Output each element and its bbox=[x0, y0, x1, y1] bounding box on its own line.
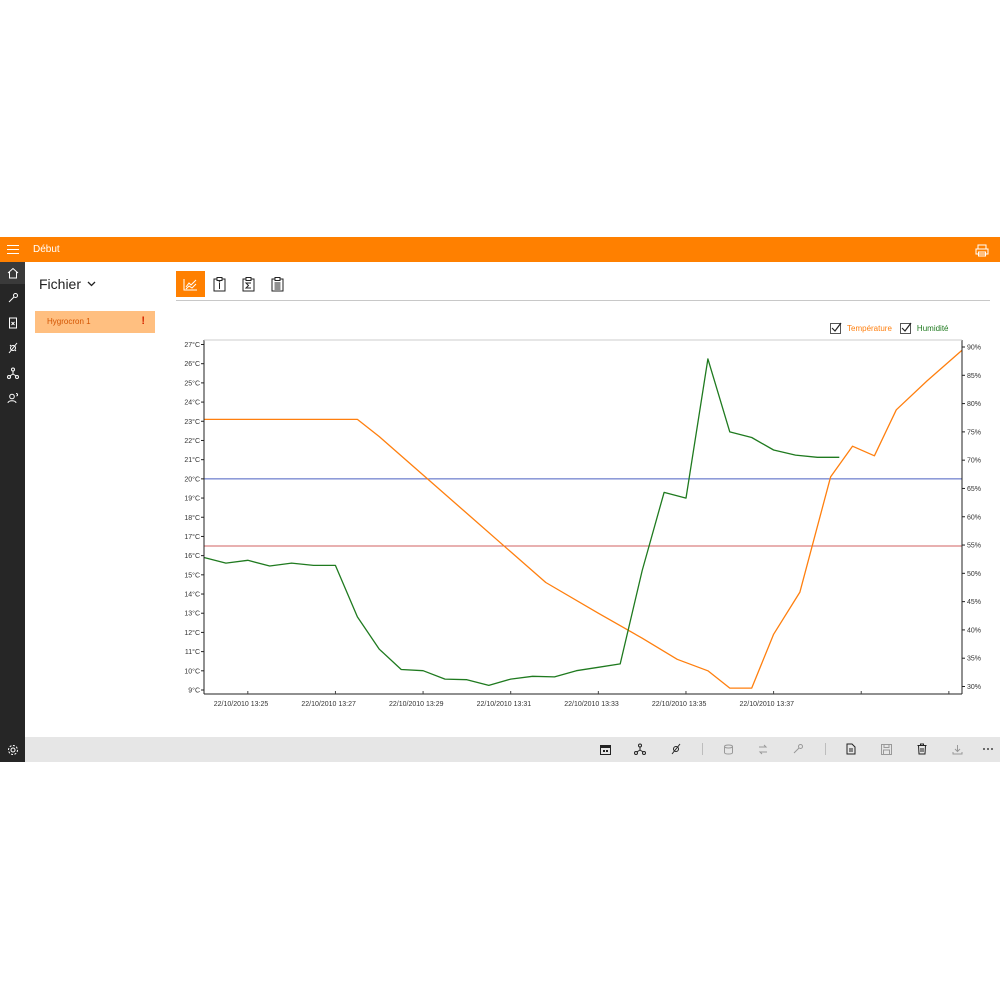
x-tick-label: 22/10/2010 13:31 bbox=[477, 701, 532, 708]
temperature-checkbox[interactable] bbox=[830, 322, 842, 334]
database-icon[interactable] bbox=[720, 741, 736, 757]
bottom-toolbar bbox=[25, 737, 1000, 762]
toolbar-separator bbox=[825, 743, 826, 755]
tab-underline bbox=[176, 300, 990, 301]
y-right-tick-label: 75% bbox=[967, 429, 981, 436]
download-icon[interactable] bbox=[949, 741, 965, 757]
legend-temperature-label: Température bbox=[847, 323, 892, 333]
y-left-tick-label: 21°C bbox=[184, 456, 200, 464]
y-left-tick-label: 22°C bbox=[184, 437, 200, 445]
file-x-icon[interactable] bbox=[0, 312, 25, 334]
info-clipboard-icon bbox=[213, 276, 226, 291]
y-right-tick-label: 45% bbox=[967, 599, 981, 606]
document-icon[interactable] bbox=[843, 741, 859, 757]
x-tick-label: 22/10/2010 13:27 bbox=[301, 701, 356, 708]
x-tick-label: 22/10/2010 13:29 bbox=[389, 701, 444, 708]
checkmark-icon bbox=[831, 322, 842, 332]
settings-icon[interactable] bbox=[0, 737, 25, 762]
tab-statistics[interactable] bbox=[234, 271, 263, 297]
wrench-icon[interactable] bbox=[0, 287, 25, 309]
tab-chart[interactable] bbox=[176, 271, 205, 297]
home-icon[interactable] bbox=[0, 262, 25, 284]
humidity-series-line bbox=[203, 358, 840, 687]
y-right-tick-label: 30% bbox=[967, 684, 981, 691]
y-right-tick-label: 60% bbox=[967, 514, 981, 521]
y-left-tick-label: 27°C bbox=[184, 341, 200, 349]
y-left-tick-label: 26°C bbox=[184, 360, 200, 368]
x-tick-label: 22/10/2010 13:35 bbox=[652, 701, 707, 708]
file-dropdown-label: Fichier bbox=[39, 276, 82, 292]
y-right-tick-label: 85% bbox=[967, 373, 981, 380]
y-left-tick-label: 10°C bbox=[184, 667, 200, 675]
user-question-icon[interactable] bbox=[0, 387, 25, 409]
humidity-checkbox[interactable] bbox=[899, 322, 912, 334]
chart-legend: Température Humidité bbox=[830, 321, 957, 335]
chart-icon bbox=[183, 278, 197, 290]
temperature-series-line bbox=[204, 349, 963, 689]
y-left-tick-label: 25°C bbox=[184, 379, 200, 387]
y-left-tick-label: 16°C bbox=[184, 552, 200, 560]
y-left-tick-label: 20°C bbox=[184, 475, 200, 483]
left-sidebar bbox=[0, 262, 25, 762]
wrench-icon[interactable] bbox=[790, 741, 806, 757]
save-icon[interactable] bbox=[878, 741, 894, 757]
y-left-tick-label: 13°C bbox=[184, 610, 200, 618]
y-left-tick-label: 15°C bbox=[184, 571, 200, 579]
y-left-tick-label: 23°C bbox=[184, 418, 200, 426]
y-right-tick-label: 70% bbox=[967, 458, 981, 465]
y-left-tick-label: 9°C bbox=[188, 687, 200, 695]
list-clipboard-icon bbox=[271, 276, 284, 291]
y-left-tick-label: 14°C bbox=[184, 591, 200, 599]
warning-icon: ! bbox=[141, 315, 145, 327]
y-right-tick-label: 40% bbox=[967, 627, 981, 634]
sigma-clipboard-icon bbox=[242, 276, 255, 291]
title-bar: Début bbox=[0, 237, 1000, 262]
more-icon[interactable] bbox=[980, 741, 996, 757]
x-tick-label: 22/10/2010 13:25 bbox=[214, 701, 269, 708]
y-left-tick-label: 18°C bbox=[184, 514, 200, 522]
y-right-tick-label: 35% bbox=[967, 656, 981, 663]
sync-icon[interactable] bbox=[755, 741, 771, 757]
file-dropdown[interactable]: Fichier bbox=[39, 276, 96, 292]
y-left-tick-label: 17°C bbox=[184, 533, 200, 541]
trash-icon[interactable] bbox=[914, 741, 930, 757]
network-icon[interactable] bbox=[0, 362, 25, 384]
legend-humidity-label: Humidité bbox=[916, 323, 949, 333]
y-right-tick-label: 50% bbox=[967, 571, 981, 578]
calendar-icon[interactable] bbox=[597, 741, 613, 757]
chevron-down-icon bbox=[87, 281, 96, 287]
checkmark-icon bbox=[901, 322, 912, 332]
tab-info[interactable] bbox=[205, 271, 234, 297]
toolbar-separator bbox=[702, 743, 703, 755]
y-left-tick-label: 19°C bbox=[184, 495, 200, 503]
y-right-tick-label: 55% bbox=[967, 543, 981, 550]
temperature-humidity-chart: 27°C 26°C 25°C 24°C 23°C 22°C 21°C 20°C 19°C 18°C… bbox=[184, 339, 981, 708]
tab-data-list[interactable] bbox=[263, 271, 292, 297]
y-right-tick-label: 80% bbox=[967, 401, 981, 408]
network-icon[interactable] bbox=[632, 741, 648, 757]
y-left-tick-label: 11°C bbox=[185, 648, 200, 656]
x-tick-label: 22/10/2010 13:33 bbox=[564, 701, 619, 708]
device-name: Hygrocron 1 bbox=[47, 317, 91, 326]
device-list-item[interactable]: Hygrocron 1 ! bbox=[35, 311, 155, 333]
file-panel: Fichier Hygrocron 1 ! bbox=[25, 262, 165, 737]
y-left-tick-label: 24°C bbox=[184, 399, 200, 407]
y-right-tick-label: 65% bbox=[967, 486, 981, 493]
y-left-tick-label: 12°C bbox=[184, 629, 200, 637]
sensor-icon[interactable] bbox=[668, 741, 684, 757]
hamburger-menu-icon[interactable] bbox=[0, 237, 25, 262]
sensor-icon[interactable] bbox=[0, 337, 25, 359]
y-right-tick-label: 90% bbox=[967, 345, 981, 352]
legend-temperature[interactable]: Température bbox=[830, 322, 892, 334]
legend-humidity[interactable]: Humidité bbox=[899, 322, 949, 334]
window-title: Début bbox=[33, 244, 60, 255]
printer-icon[interactable] bbox=[972, 240, 992, 260]
x-tick-label: 22/10/2010 13:37 bbox=[740, 701, 795, 708]
